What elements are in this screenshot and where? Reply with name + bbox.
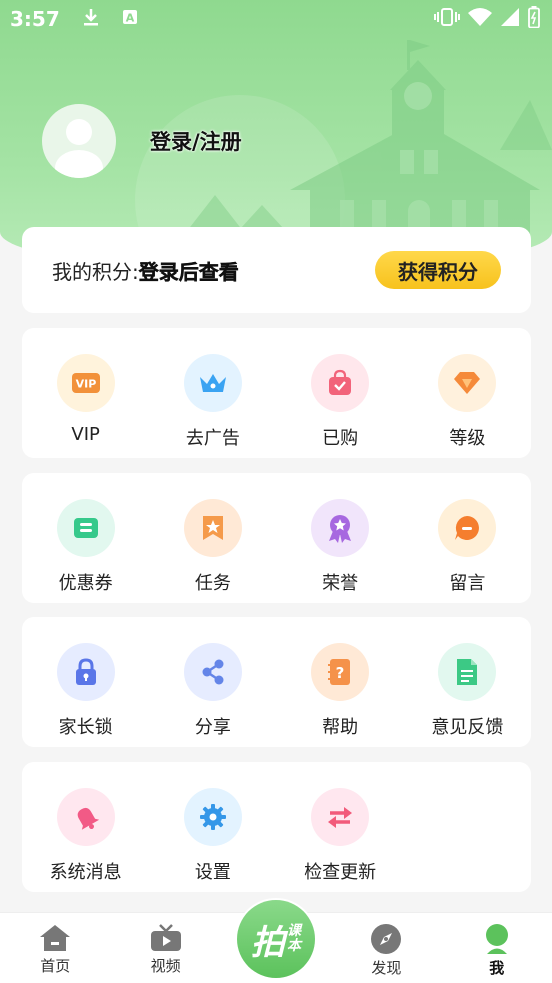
menu-item-remove-ads[interactable]: 去广告 bbox=[149, 354, 276, 458]
menu-item-messages[interactable]: 留言 bbox=[404, 499, 531, 603]
menu-item-feedback[interactable]: 意见反馈 bbox=[404, 643, 531, 747]
profile-icon bbox=[485, 924, 508, 954]
tab-discover[interactable]: 发现 bbox=[331, 913, 441, 983]
tab-home[interactable]: 首页 bbox=[0, 913, 110, 983]
tab-video[interactable]: 视频 bbox=[110, 913, 220, 983]
svg-text:VIP: VIP bbox=[75, 378, 96, 391]
swap-arrows-icon bbox=[311, 788, 370, 846]
tab-label: 发现 bbox=[371, 959, 402, 977]
chat-bubble-icon bbox=[438, 499, 497, 557]
bell-icon bbox=[56, 788, 115, 846]
menu-item-label: 分享 bbox=[194, 717, 231, 738]
login-register-link[interactable]: 登录/注册 bbox=[150, 126, 242, 156]
menu-item-label: 等级 bbox=[449, 428, 486, 449]
center-button-main-text: 拍 bbox=[251, 922, 285, 963]
menu-item-label: 意见反馈 bbox=[431, 717, 504, 738]
menu-item-coupons[interactable]: 优惠券 bbox=[22, 499, 149, 603]
wifi-icon bbox=[468, 7, 492, 31]
menu-item-vip[interactable]: VIP VIP bbox=[22, 354, 149, 458]
gear-icon bbox=[183, 788, 242, 846]
menu-item-label: 任务 bbox=[194, 573, 231, 594]
share-icon bbox=[183, 643, 242, 701]
medal-icon bbox=[311, 499, 370, 557]
menu-item-check-update[interactable]: 检查更新 bbox=[277, 788, 404, 892]
diamond-icon bbox=[438, 354, 497, 412]
menu-item-label: 去广告 bbox=[185, 428, 240, 449]
shopping-bag-icon bbox=[311, 354, 370, 412]
menu-item-settings[interactable]: 设置 bbox=[149, 788, 276, 892]
center-button-sub-1: 课 bbox=[287, 923, 301, 939]
points-card: 我的积分: 登录后查看 获得积分 bbox=[22, 227, 531, 313]
crown-icon bbox=[183, 354, 242, 412]
vip-icon: VIP bbox=[56, 354, 115, 412]
menu-item-label: 家长锁 bbox=[58, 717, 113, 738]
menu-section-2: 优惠券 任务 荣誉 留言 bbox=[22, 473, 531, 603]
center-button-sub-2: 本 bbox=[287, 938, 301, 954]
signal-icon bbox=[500, 7, 520, 31]
svg-text:?: ? bbox=[336, 664, 345, 682]
menu-item-label: 已购 bbox=[322, 428, 359, 449]
help-book-icon: ? bbox=[311, 643, 370, 701]
menu-item-label: 帮助 bbox=[322, 717, 359, 738]
menu-item-label: VIP bbox=[71, 424, 100, 445]
menu-item-label: 系统消息 bbox=[49, 862, 122, 883]
menu-item-notifications[interactable]: 系统消息 bbox=[22, 788, 149, 892]
lock-icon bbox=[56, 643, 115, 701]
menu-item-label: 检查更新 bbox=[304, 862, 377, 883]
battery-icon bbox=[528, 6, 540, 32]
menu-item-share[interactable]: 分享 bbox=[149, 643, 276, 747]
menu-item-label: 荣誉 bbox=[322, 573, 359, 594]
profile-header[interactable]: 登录/注册 bbox=[42, 104, 242, 178]
tab-me[interactable]: 我 bbox=[442, 913, 552, 983]
app-a-icon: A bbox=[122, 9, 138, 29]
earn-points-button[interactable]: 获得积分 bbox=[375, 251, 501, 289]
menu-item-label: 优惠券 bbox=[58, 573, 113, 594]
vibrate-icon bbox=[434, 7, 460, 31]
menu-item-level[interactable]: 等级 bbox=[404, 354, 531, 458]
document-icon bbox=[438, 643, 497, 701]
compass-icon bbox=[371, 924, 402, 954]
status-bar: 3:57 A bbox=[0, 0, 552, 38]
menu-item-parental-lock[interactable]: 家长锁 bbox=[22, 643, 149, 747]
menu-item-label: 留言 bbox=[449, 573, 486, 594]
tab-label: 视频 bbox=[150, 957, 181, 975]
menu-item-honors[interactable]: 荣誉 bbox=[277, 499, 404, 603]
menu-item-help[interactable]: ? 帮助 bbox=[277, 643, 404, 747]
menu-item-tasks[interactable]: 任务 bbox=[149, 499, 276, 603]
status-time: 3:57 bbox=[10, 7, 60, 31]
menu-section-3: 家长锁 分享 ? 帮助 意见反馈 bbox=[22, 617, 531, 747]
download-icon bbox=[82, 7, 100, 31]
default-avatar-icon bbox=[55, 119, 103, 178]
camera-lesson-icon: 拍 课 本 bbox=[237, 900, 315, 978]
avatar[interactable] bbox=[42, 104, 116, 178]
menu-section-1: VIP VIP 去广告 已购 等级 bbox=[22, 328, 531, 458]
tab-label: 我 bbox=[489, 959, 505, 977]
points-label: 我的积分: bbox=[52, 259, 139, 284]
svg-text:A: A bbox=[125, 12, 134, 25]
camera-lesson-button[interactable]: 拍 课 本 bbox=[235, 898, 317, 980]
menu-item-label: 设置 bbox=[194, 862, 231, 883]
tv-icon bbox=[150, 924, 181, 951]
bookmark-star-icon bbox=[183, 499, 242, 557]
coupon-icon bbox=[56, 499, 115, 557]
menu-item-purchased[interactable]: 已购 bbox=[277, 354, 404, 458]
center-button-sub-text: 课 本 bbox=[287, 924, 301, 954]
points-value: 登录后查看 bbox=[138, 259, 239, 284]
tab-label: 首页 bbox=[40, 957, 71, 975]
menu-section-4: 系统消息 设置 检查更新 bbox=[22, 762, 531, 892]
home-icon bbox=[40, 925, 71, 951]
